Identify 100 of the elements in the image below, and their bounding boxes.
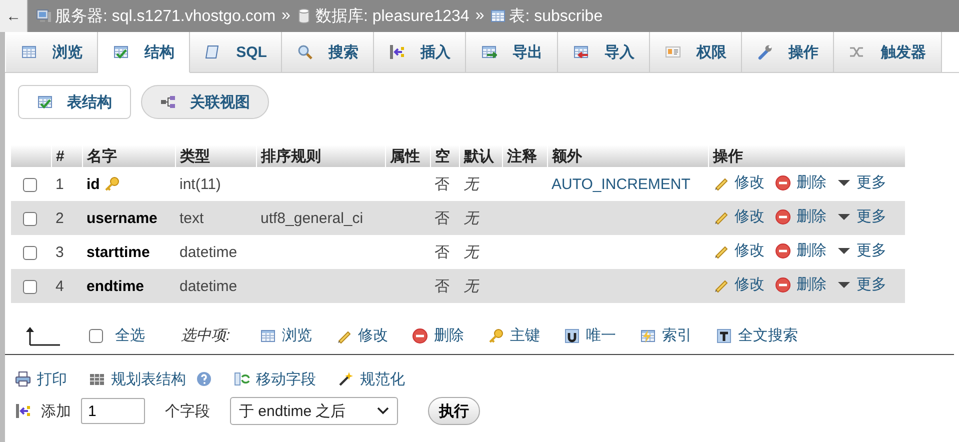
column-header: 名字 xyxy=(82,145,176,167)
help-icon[interactable] xyxy=(196,371,212,387)
tab[interactable]: 权限 xyxy=(650,32,742,72)
position-select[interactable]: 于 endtime 之后 xyxy=(230,397,398,425)
edit-link[interactable]: 修改 xyxy=(712,275,764,294)
document-icon xyxy=(204,44,220,60)
chevron-down-icon xyxy=(377,407,389,415)
bulk-action-link[interactable]: 唯一 xyxy=(564,326,616,345)
more-link[interactable]: 更多 xyxy=(836,173,886,192)
column-header: 类型 xyxy=(176,145,256,167)
table-icon xyxy=(20,44,36,60)
field-null: 否 xyxy=(434,176,450,192)
field-type: datetime xyxy=(180,278,238,294)
wrench-icon xyxy=(756,44,772,60)
tab[interactable]: 结构 xyxy=(98,32,190,73)
move-icon xyxy=(234,371,250,387)
bulk-action-link[interactable]: 索引 xyxy=(640,326,692,345)
tab[interactable]: 导出 xyxy=(466,32,558,72)
magic-wand-icon xyxy=(338,371,354,387)
field-extra: AUTO_INCREMENT xyxy=(552,176,690,192)
select-all-checkbox[interactable] xyxy=(89,328,103,342)
row-checkbox[interactable] xyxy=(22,246,36,260)
row-number: 3 xyxy=(56,244,64,260)
tool-link[interactable]: 打印 xyxy=(15,370,67,388)
table-icon xyxy=(490,8,506,24)
key-icon xyxy=(488,328,504,344)
row-checkbox[interactable] xyxy=(22,178,36,192)
field-default: 无 xyxy=(464,210,478,226)
tool-link[interactable]: 规范化 xyxy=(338,370,405,388)
table-icon xyxy=(260,328,276,344)
tab[interactable]: 触发器 xyxy=(834,32,942,72)
unit-label: 个字段 xyxy=(165,402,210,420)
delete-link[interactable]: 删除 xyxy=(774,207,826,226)
server-icon xyxy=(36,8,52,24)
field-count-input[interactable]: 1 xyxy=(81,398,145,424)
row-checkbox[interactable] xyxy=(22,280,36,294)
delete-icon xyxy=(774,276,790,293)
table-check-icon xyxy=(37,94,53,110)
delete-link[interactable]: 删除 xyxy=(774,173,826,192)
execute-button[interactable]: 执行 xyxy=(428,397,480,425)
delete-icon xyxy=(774,174,790,191)
import-icon xyxy=(572,44,588,60)
table-check-icon xyxy=(112,44,128,60)
edit-link[interactable]: 修改 xyxy=(712,207,764,226)
index-icon xyxy=(640,328,656,344)
bulk-action-link[interactable]: 删除 xyxy=(412,326,464,345)
field-null: 否 xyxy=(434,210,450,226)
more-link[interactable]: 更多 xyxy=(836,241,886,260)
bulk-action-link[interactable]: 浏览 xyxy=(260,326,312,345)
field-null: 否 xyxy=(434,278,450,294)
tab[interactable]: 导入 xyxy=(558,32,650,72)
row-number: 4 xyxy=(56,278,64,294)
printer-icon xyxy=(15,371,31,387)
delete-icon xyxy=(774,208,790,225)
field-type: text xyxy=(180,210,204,226)
column-header: 排序规则 xyxy=(256,145,386,167)
caret-icon xyxy=(836,280,850,289)
tab[interactable]: 搜索 xyxy=(282,32,374,72)
bulk-action-link[interactable]: 主键 xyxy=(488,326,540,345)
column-header: # xyxy=(52,145,82,167)
breadcrumb-link[interactable]: 服务器: sql.s1271.vhostgo.com xyxy=(55,6,276,26)
grid-icon xyxy=(89,371,105,387)
field-default: 无 xyxy=(464,278,478,294)
insert-icon xyxy=(388,44,404,60)
breadcrumb-link[interactable]: 表: subscribe xyxy=(509,6,603,26)
column-header: 空 xyxy=(430,145,460,167)
row-number: 2 xyxy=(56,210,64,226)
tab[interactable]: 浏览 xyxy=(6,32,98,72)
tool-link[interactable]: 规划表结构 xyxy=(89,370,186,388)
header-cell xyxy=(10,145,52,167)
column-header: 额外 xyxy=(548,145,708,167)
delete-link[interactable]: 删除 xyxy=(774,241,826,260)
edit-link[interactable]: 修改 xyxy=(712,173,764,192)
corner-arrow-icon xyxy=(25,326,61,346)
delete-link[interactable]: 删除 xyxy=(774,275,826,294)
tab[interactable]: 操作 xyxy=(742,32,834,72)
field-type: int(11) xyxy=(180,176,221,192)
caret-icon xyxy=(836,212,850,221)
tab[interactable]: 插入 xyxy=(374,32,466,72)
back-button[interactable]: ← xyxy=(0,0,28,32)
breadcrumb-link[interactable]: 数据库: pleasure1234 xyxy=(315,6,470,26)
bulk-action-link[interactable]: 修改 xyxy=(336,326,388,345)
delete-icon xyxy=(774,242,790,259)
field-default: 无 xyxy=(464,244,478,260)
bulk-action-link[interactable]: 全文搜索 xyxy=(716,326,798,345)
sub-tab[interactable]: 关联视图 xyxy=(141,85,269,119)
select-all-link[interactable]: 全选 xyxy=(115,326,145,345)
more-link[interactable]: 更多 xyxy=(836,275,886,294)
caret-icon xyxy=(836,246,850,255)
column-header: 操作 xyxy=(708,145,905,167)
fulltext-icon xyxy=(716,328,732,344)
tab[interactable]: SQL xyxy=(190,32,282,72)
row-checkbox[interactable] xyxy=(22,212,36,226)
unique-icon xyxy=(564,328,580,344)
insert-icon xyxy=(15,403,31,419)
sub-tab[interactable]: 表结构 xyxy=(18,85,131,119)
edit-link[interactable]: 修改 xyxy=(712,241,764,260)
id-card-icon xyxy=(664,44,680,60)
more-link[interactable]: 更多 xyxy=(836,207,886,226)
tool-link[interactable]: 移动字段 xyxy=(234,370,316,388)
